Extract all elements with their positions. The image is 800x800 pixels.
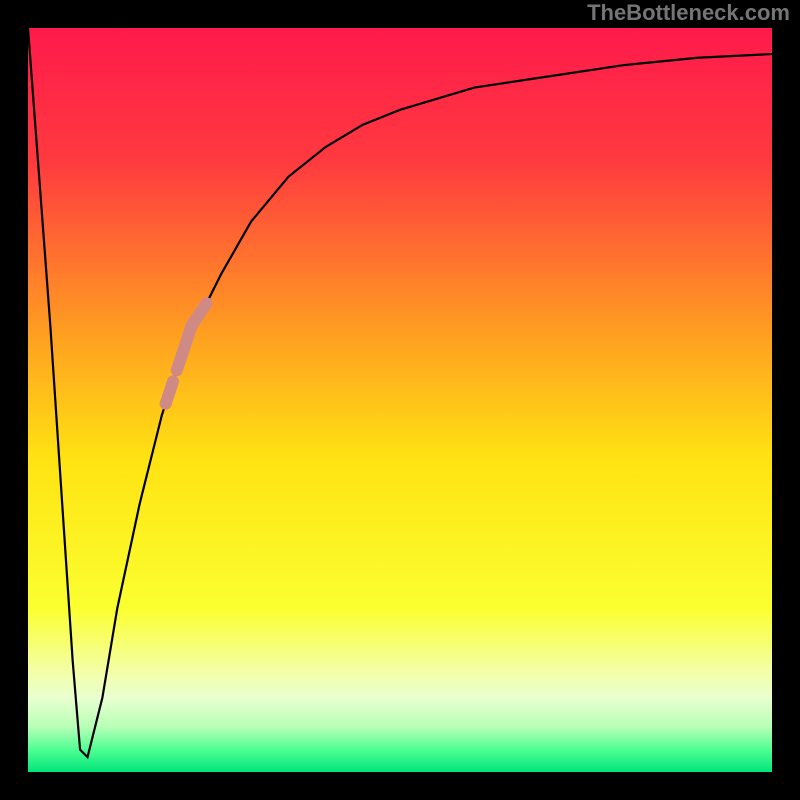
highlight-dot: [166, 381, 173, 403]
bottleneck-chart: [28, 28, 772, 772]
gradient-background: [28, 28, 772, 772]
attribution-text: TheBottleneck.com: [587, 0, 790, 26]
chart-frame: TheBottleneck.com: [0, 0, 800, 800]
